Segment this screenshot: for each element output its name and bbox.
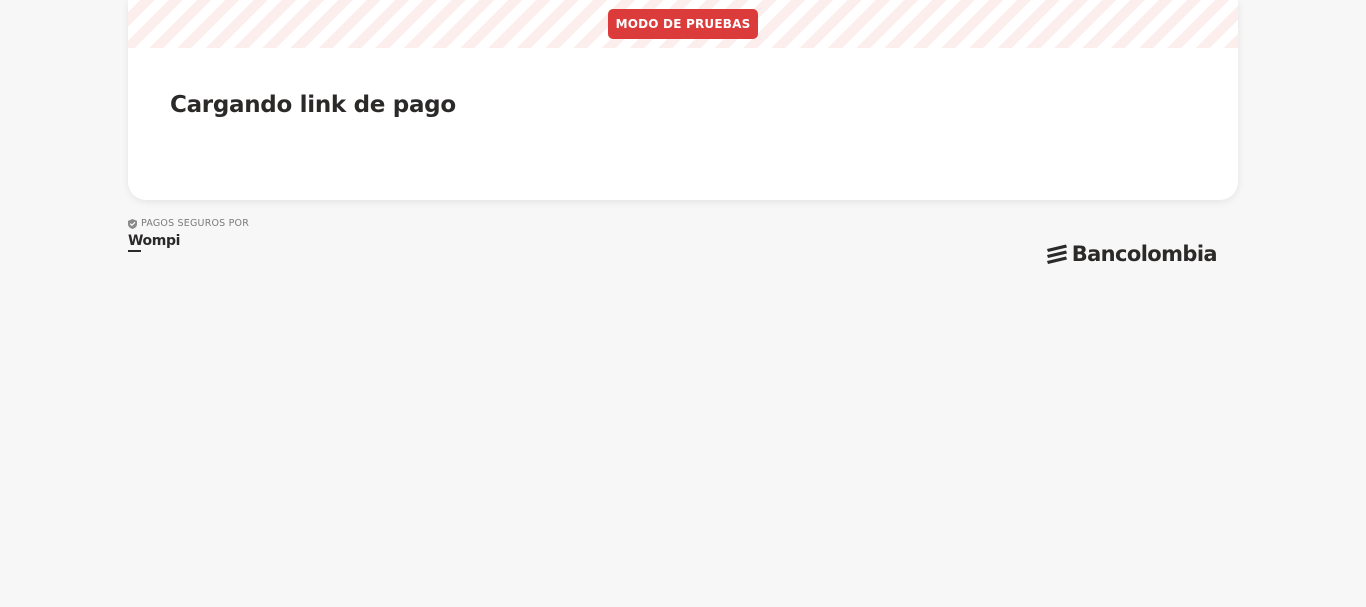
- page-title: Cargando link de pago: [170, 92, 456, 118]
- test-mode-badge: MODO DE PRUEBAS: [607, 9, 759, 39]
- page-container: MODO DE PRUEBAS Cargando link de pago PA…: [128, 0, 1238, 280]
- footer: PAGOS SEGUROS POR Wompi Bancolombia: [128, 200, 1238, 280]
- card-body: Cargando link de pago: [128, 48, 1238, 118]
- bancolombia-icon: [1046, 244, 1067, 264]
- bancolombia-logo: Bancolombia: [1046, 242, 1218, 266]
- payment-card: MODO DE PRUEBAS Cargando link de pago: [128, 0, 1238, 200]
- shield-check-icon: [128, 218, 137, 229]
- secure-payments-text: PAGOS SEGUROS POR: [141, 218, 250, 229]
- secure-payments-label: PAGOS SEGUROS POR: [128, 218, 249, 229]
- wompi-logo: Wompi: [128, 233, 180, 249]
- test-mode-banner: MODO DE PRUEBAS: [128, 0, 1238, 48]
- bancolombia-wordmark: Bancolombia: [1071, 242, 1218, 266]
- wompi-logo-underline: [128, 250, 141, 252]
